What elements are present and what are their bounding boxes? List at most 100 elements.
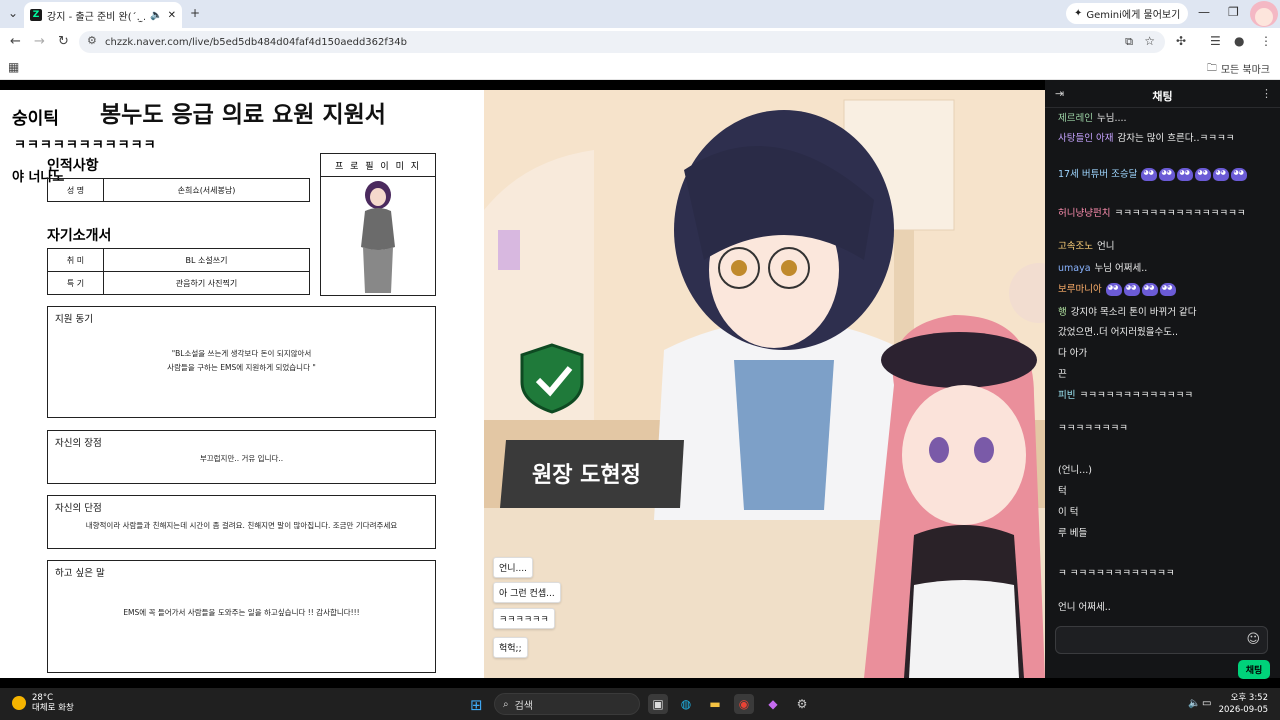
chat-text: 강지야 목소리 톤이 바뀌거 같다 (1070, 307, 1197, 318)
chat-menu-icon[interactable]: ⋮ (1261, 87, 1272, 100)
chat-text: 누님.... (1096, 113, 1127, 124)
tab-search-icon[interactable]: ⌄ (8, 6, 18, 20)
chat-username[interactable]: 17세 버튜버 조승달 (1058, 169, 1137, 180)
taskbar-search[interactable]: ⌕ 검색 (494, 693, 640, 715)
menu-icon[interactable]: ⋮ (1260, 34, 1272, 48)
chat-text: ㅋ ㅋㅋㅋㅋㅋㅋㅋㅋㅋㅋㅋㅋ (1058, 568, 1175, 579)
chat-text: 턱 (1058, 486, 1067, 497)
chat-username[interactable]: 고속조노 (1058, 241, 1093, 252)
forward-icon[interactable]: → (34, 34, 45, 49)
chat-title: 채팅 (1152, 90, 1173, 103)
chat-text: ㅋㅋㅋㅋㅋㅋㅋㅋ (1058, 423, 1128, 434)
choice-option-4[interactable]: 헉헉;; (493, 637, 528, 658)
chat-username[interactable]: umaya (1058, 263, 1091, 274)
strength-value: 부끄럽지만.. 거유 입니다.. (199, 454, 284, 463)
new-tab-icon[interactable]: + (190, 6, 200, 20)
chat-message: 턱 (1058, 483, 1067, 497)
chat-emote-icon (1195, 168, 1212, 181)
site-info-icon[interactable]: ⚙ (87, 34, 97, 47)
choice-option-3[interactable]: ㅋㅋㅋㅋㅋㅋ (493, 608, 555, 629)
overlay-name: 숭이틱 (12, 109, 59, 129)
tab-close-icon[interactable]: ✕ (168, 10, 176, 21)
chat-username[interactable]: 제르레인 (1058, 113, 1093, 124)
chat-message: 피빈 ㅋㅋㅋㅋㅋㅋㅋㅋㅋㅋㅋㅋㅋ (1058, 387, 1193, 401)
all-bookmarks-label: 모든 북마크 (1220, 65, 1270, 76)
clock-date: 2026-09-05 (1218, 705, 1268, 715)
chat-message: 갔었으면..더 어지러웠을수도.. (1058, 324, 1178, 338)
chat-message: 다 아가 (1058, 345, 1087, 359)
chat-emote-icon (1159, 168, 1176, 181)
chat-message: 보루마니아 (1058, 281, 1178, 296)
task-view-icon[interactable]: ▣ (648, 694, 668, 714)
address-bar-row: ← → ↻ ⚙ chzzk.naver.com/live/b5ed5db484d… (0, 28, 1280, 56)
chat-username[interactable]: 허니냥냥펀치 (1058, 208, 1110, 219)
chat-username[interactable]: 사탕들인 아재 (1058, 133, 1113, 144)
bookmark-star-icon[interactable]: ☆ (1144, 34, 1155, 48)
battery-icon[interactable]: ▭ (1202, 698, 1211, 709)
application-document: 봉누도 응급 의료 요원 지원서 숭이틱 ㅋㅋㅋㅋㅋㅋㅋㅋㅋㅋㅋ 인적사항 야 … (0, 90, 484, 678)
active-tab[interactable]: Z 강지 - 출근 준비 완(´. ̫.`) 🔈 ✕ (24, 2, 182, 28)
weather-widget[interactable]: 28°C 대체로 화창 (12, 693, 74, 713)
nameplate-text: 원장 도현정 (532, 463, 641, 488)
chat-message: 고속조노 언니 (1058, 238, 1114, 252)
chat-message: 17세 버튜버 조승달 (1058, 166, 1249, 181)
search-icon: ⌕ (503, 698, 509, 710)
all-bookmarks-button[interactable]: 🗀 모든 북마크 (1207, 61, 1270, 78)
chat-text: 감자는 많이 흐른다..ㅋㅋㅋㅋ (1117, 133, 1235, 144)
chat-username[interactable]: 행 (1058, 307, 1067, 318)
reading-list-icon[interactable]: ☰ (1210, 34, 1221, 48)
url-field[interactable]: ⚙ chzzk.naver.com/live/b5ed5db484d04faf4… (79, 31, 1165, 53)
file-explorer-icon[interactable]: ▬ (705, 694, 725, 714)
restore-icon[interactable]: ❐ (1228, 5, 1239, 19)
weakness-label: 자신의 단점 (55, 503, 102, 514)
choice-option-1[interactable]: 언니.... (493, 557, 534, 578)
gemini-button[interactable]: ✦ Gemini에게 물어보기 (1066, 3, 1189, 24)
chat-message: ㅋㅋㅋㅋㅋㅋㅋㅋ (1058, 420, 1128, 434)
chat-message: 허니냥냥펀치 ㅋㅋㅋㅋㅋㅋㅋㅋㅋㅋㅋㅋㅋㅋㅋ (1058, 205, 1246, 219)
profile-image-header: 프 로 필 이 미 지 (321, 154, 435, 177)
chat-emote-icon (1231, 168, 1248, 181)
volume-icon[interactable]: 🔈 (1188, 698, 1200, 709)
chat-panel: ⇥ 채팅 ⋮ 제르레인 누님.... 사탕들인 아재 감자는 많이 흐른다..ㅋㅋㅋㅋ… (1045, 80, 1280, 679)
extensions-icon[interactable]: ✣ (1176, 34, 1186, 48)
chat-emote-icon (1141, 168, 1158, 181)
chat-username[interactable]: 보루마니아 (1058, 284, 1102, 295)
chat-input[interactable]: ☺ (1055, 626, 1268, 654)
chat-send-button[interactable]: 채팅 (1238, 660, 1270, 679)
minimize-icon[interactable]: — (1198, 5, 1210, 19)
speaker-icon[interactable]: 🔈 (150, 10, 162, 21)
character-decoration (1244, 0, 1280, 28)
visual-novel-scene: 원장 도현정 (484, 90, 1045, 678)
stream-player[interactable]: 봉누도 응급 의료 요원 지원서 숭이틱 ㅋㅋㅋㅋㅋㅋㅋㅋㅋㅋㅋ 인적사항 야 … (0, 80, 1045, 678)
screen: ⌄ Z 강지 - 출근 준비 완(´. ̫.`) 🔈 ✕ + ✦ Gemini에… (0, 0, 1280, 720)
gemini-icon: ✦ (1074, 8, 1083, 19)
chat-emote-icon (1105, 283, 1122, 296)
choice-option-2[interactable]: 아 그런 컨셉... (493, 582, 561, 603)
chat-text: 갔었으면..더 어지러웠을수도.. (1058, 327, 1178, 338)
taskbar-clock[interactable]: 오후 3:52 2026-09-05 (1219, 692, 1268, 716)
app-icon[interactable]: ◆ (763, 694, 783, 714)
motive-line-2: 사람들을 구하는 EMS에 지원하게 되었습니다 " (167, 363, 316, 372)
chat-text: ㅋㅋㅋㅋㅋㅋㅋㅋㅋㅋㅋㅋㅋㅋㅋ (1114, 208, 1246, 219)
profile-avatar-icon[interactable]: ● (1234, 34, 1244, 48)
reload-icon[interactable]: ↻ (58, 34, 69, 49)
weather-temp: 28°C (32, 693, 54, 703)
chrome-icon[interactable]: ◉ (734, 694, 754, 714)
windows-start-icon[interactable]: ⊞ (470, 696, 483, 714)
chat-message: 이 턱 (1058, 504, 1079, 518)
chzzk-favicon-icon: Z (30, 9, 42, 21)
settings-icon[interactable]: ⚙ (792, 694, 812, 714)
intro-table: 취 미 BL 소설쓰기 특 기 관음하기 사진찍기 (47, 248, 310, 295)
translate-icon[interactable]: ⧉ (1125, 35, 1133, 49)
chat-message: 언니 어쩌세.. (1058, 599, 1111, 613)
apps-grid-icon[interactable]: ▦ (8, 60, 19, 74)
skill-label: 특 기 (47, 271, 104, 295)
chat-username[interactable]: 피빈 (1058, 390, 1075, 401)
chat-emote-icon (1213, 168, 1230, 181)
overlay-laugh: ㅋㅋㅋㅋㅋㅋㅋㅋㅋㅋㅋ (14, 138, 157, 153)
edge-icon[interactable]: ◍ (676, 694, 696, 714)
back-icon[interactable]: ← (10, 34, 21, 49)
emoji-icon[interactable]: ☺ (1246, 632, 1260, 647)
chat-text: 누님 어쩌세.. (1094, 263, 1148, 274)
chat-text: 언니 어쩌세.. (1058, 602, 1111, 613)
